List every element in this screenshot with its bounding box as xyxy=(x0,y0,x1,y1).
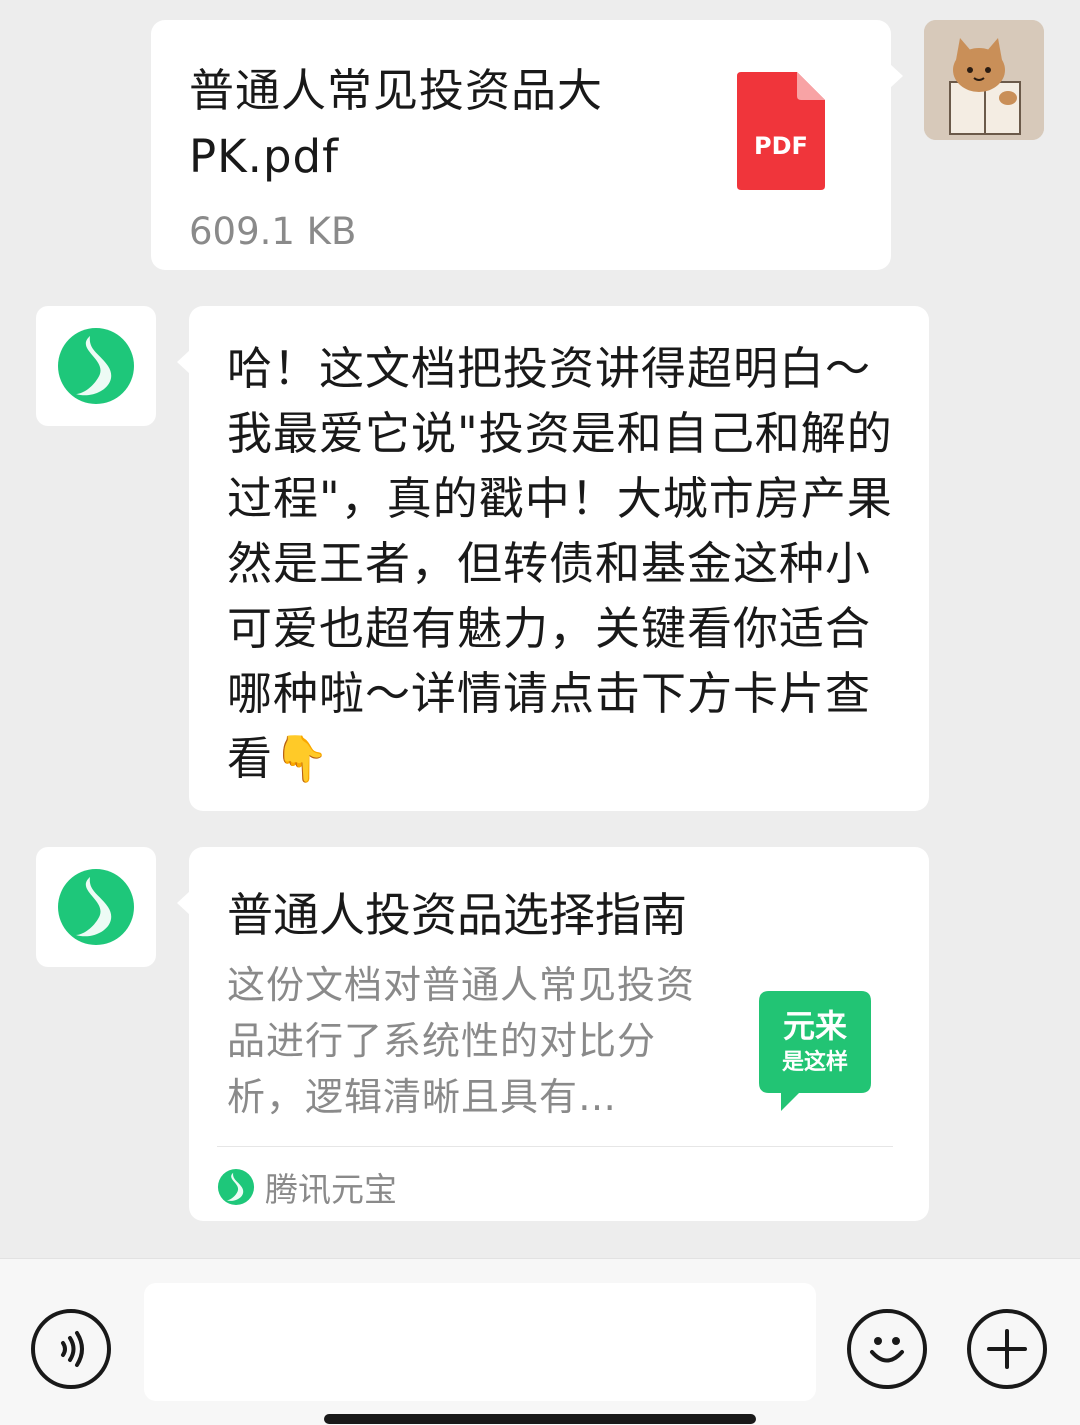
card-divider xyxy=(217,1146,893,1147)
file-name: 普通人常见投资品大PK.pdf xyxy=(189,64,604,183)
text-message-bubble[interactable]: 哈！这文档把投资讲得超明白～我最爱它说"投资是和自己和解的过程"，真的戳中！大城… xyxy=(177,306,929,811)
user-avatar[interactable] xyxy=(924,20,1044,140)
card-thumb-line1: 元来 xyxy=(783,1007,847,1045)
pdf-file-icon: PDF xyxy=(737,72,825,190)
file-size: 609.1 KB xyxy=(189,210,357,253)
plus-icon xyxy=(987,1329,1027,1369)
cat-avatar-image xyxy=(924,20,1044,140)
bot-avatar[interactable] xyxy=(36,306,156,426)
plus-button[interactable] xyxy=(967,1309,1047,1389)
emoji-icon xyxy=(870,1337,904,1363)
yuanbao-logo-icon xyxy=(58,869,134,945)
pdf-icon-label: PDF xyxy=(754,132,808,160)
card-source-label: 腾讯元宝 xyxy=(265,1170,397,1209)
card-description: 这份文档对普通人常见投资品进行了系统性的对比分析，逻辑清晰且具有… xyxy=(227,963,696,1119)
yuanbao-small-icon xyxy=(217,1168,255,1206)
link-card-bubble[interactable]: 普通人投资品选择指南 这份文档对普通人常见投资品进行了系统性的对比分析，逻辑清晰… xyxy=(177,847,929,1221)
bot-avatar[interactable] xyxy=(36,847,156,967)
file-message-bubble[interactable]: 普通人常见投资品大PK.pdf 609.1 KB PDF xyxy=(151,20,903,270)
message-text: 哈！这文档把投资讲得超明白～我最爱它说"投资是和自己和解的过程"，真的戳中！大城… xyxy=(227,342,893,785)
message-input[interactable] xyxy=(144,1283,816,1401)
voice-icon xyxy=(61,1331,84,1367)
emoji-button[interactable] xyxy=(847,1309,927,1389)
voice-button[interactable] xyxy=(31,1309,111,1389)
card-thumbnail-icon: 元来 是这样 xyxy=(759,991,871,1111)
card-source: 腾讯元宝 xyxy=(217,1163,397,1211)
chat-input-bar xyxy=(0,1258,1080,1425)
card-thumb-line2: 是这样 xyxy=(782,1049,848,1075)
card-title: 普通人投资品选择指南 xyxy=(227,888,687,942)
yuanbao-logo-icon xyxy=(58,328,134,404)
home-indicator[interactable] xyxy=(324,1414,756,1424)
